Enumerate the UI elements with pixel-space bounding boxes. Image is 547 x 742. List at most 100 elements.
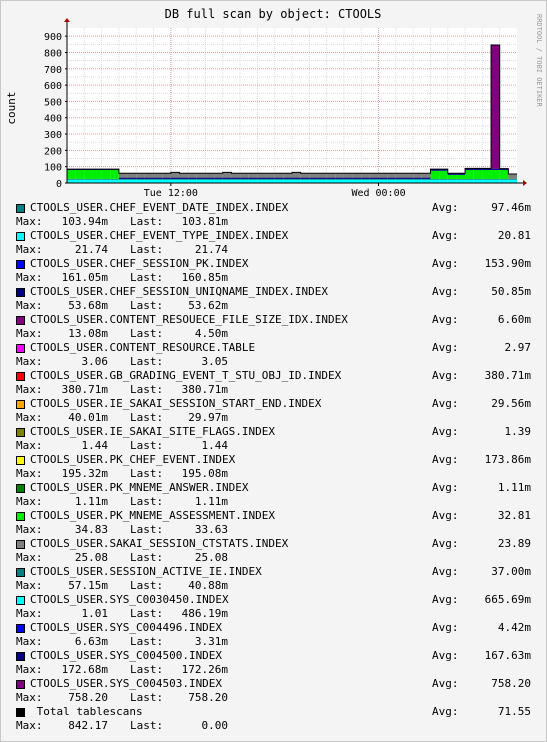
y-tick-label: 500 [44,97,62,108]
legend-last-value: 172.26m [181,663,228,676]
legend-max-value: 1.11m [74,495,108,508]
area-segment [326,177,336,179]
legend-last-label: Last: [130,635,164,648]
area-segment [369,173,379,178]
legend-max-value: 40.01m [68,411,108,424]
area-segment [473,168,483,170]
legend-avg-label: Avg: [432,677,459,690]
area-segment [387,173,396,178]
legend-name: CTOOLS_USER.CHEF_SESSION_PK.INDEX [30,257,249,270]
legend-item: CTOOLS_USER.GB_GRADING_EVENT_T_STU_OBJ_I… [0,369,547,397]
area-segment [309,178,318,180]
legend-swatch [16,400,25,409]
series-1 [67,178,517,180]
legend-max-value: 1.44 [81,439,109,452]
area-segment [136,173,145,178]
area-segment [231,178,241,180]
legend-max-label: Max: [16,299,43,312]
area-segment [421,178,431,180]
legend-avg-value: 1.11m [497,481,531,494]
y-tick-label: 400 [44,114,62,125]
area-segment [491,178,500,180]
legend-avg-value: 758.20 [491,677,531,690]
area-segment [421,173,431,178]
area-segment [248,173,258,178]
area-segment [110,169,119,179]
legend-name: CTOOLS_USER.CHEF_EVENT_DATE_INDEX.INDEX [30,201,289,214]
area-segment [309,173,318,178]
legend-max-label: Max: [16,383,43,396]
legend-swatch [16,316,25,325]
legend-max-label: Max: [16,663,43,676]
area-segment [136,178,145,180]
legend-avg-value: 32.81 [497,509,531,522]
area-segment [179,178,189,180]
legend-last-value: 33.63 [194,523,228,536]
legend-item: CTOOLS_USER.SYS_C004503.INDEX Avg: 758.20 M… [0,677,547,705]
area-segment [127,178,137,180]
area-segment [465,169,474,179]
area-segment [222,172,232,178]
legend-avg-value: 4.42m [497,621,531,634]
legend-item: CTOOLS_USER.CHEF_SESSION_UNIQNAME_INDEX.… [0,285,547,313]
legend-avg-value: 37.00m [491,565,531,578]
legend-item: CTOOLS_USER.IE_SAKAI_SESSION_START_END.I… [0,397,547,425]
area-segment [214,177,223,179]
legend-swatch [16,288,25,297]
y-tick-label: 600 [44,81,62,92]
legend-avg-value: 380.71m [484,369,531,382]
legend-item: CTOOLS_USER.CHEF_EVENT_DATE_INDEX.INDEX A… [0,201,547,229]
area-segment [127,177,137,179]
area-segment [482,169,492,179]
legend-last-label: Last: [130,467,164,480]
legend-name: CTOOLS_USER.PK_MNEME_ANSWER.INDEX [30,481,249,494]
area-segment [352,177,362,179]
area-segment [439,169,448,171]
area-segment [473,169,483,179]
y-tick-label: 800 [44,48,62,59]
legend-name: CTOOLS_USER.CONTENT_RESOUECE_FILE_SIZE_I… [30,313,348,326]
area-segment [447,173,457,175]
area-segment [395,177,405,179]
legend-last-label: Last: [130,663,164,676]
area-segment [214,173,223,178]
legend-swatch [16,708,25,717]
legend-max-label: Max: [16,215,43,228]
legend-max-value: 842.17 [68,719,108,732]
legend-last-value: 160.85m [181,271,228,284]
area-segment [317,173,327,178]
area-segment [482,178,492,180]
area-segment [196,173,206,178]
legend-last-label: Last: [130,411,164,424]
area-segment [413,177,422,179]
area-segment [162,173,171,178]
area-segment [214,178,223,180]
area-segment [283,173,292,178]
area-segment [67,178,76,180]
area-segment [447,178,457,180]
area-segment [404,173,414,178]
area-segment [404,177,414,179]
legend-item: CTOOLS_USER.SYS_C0030450.INDEX Avg: 665.69… [0,593,547,621]
legend-name: CTOOLS_USER.GB_GRADING_EVENT_T_STU_OBJ_I… [30,369,342,382]
legend-name: CTOOLS_USER.SAKAI_SESSION_CTSTATS.INDEX [30,537,289,550]
legend-swatch [16,652,25,661]
legend-avg-label: Avg: [432,537,459,550]
area-segment [162,177,171,179]
legend-last-value: 1.11m [194,495,228,508]
legend-avg-label: Avg: [432,481,459,494]
area-segment [118,173,128,178]
area-segment [118,178,128,180]
legend-max-value: 6.63m [74,635,108,648]
area-segment [170,177,180,179]
area-segment [456,174,466,179]
area-segment [404,178,414,180]
legend-swatch [16,624,25,633]
area-segment [240,177,249,179]
area-segment [309,177,318,179]
area-segment [266,177,275,179]
area-segment [387,177,396,179]
legend-max-label: Max: [16,467,43,480]
legend-max-label: Max: [16,691,43,704]
area-segment [283,177,292,179]
